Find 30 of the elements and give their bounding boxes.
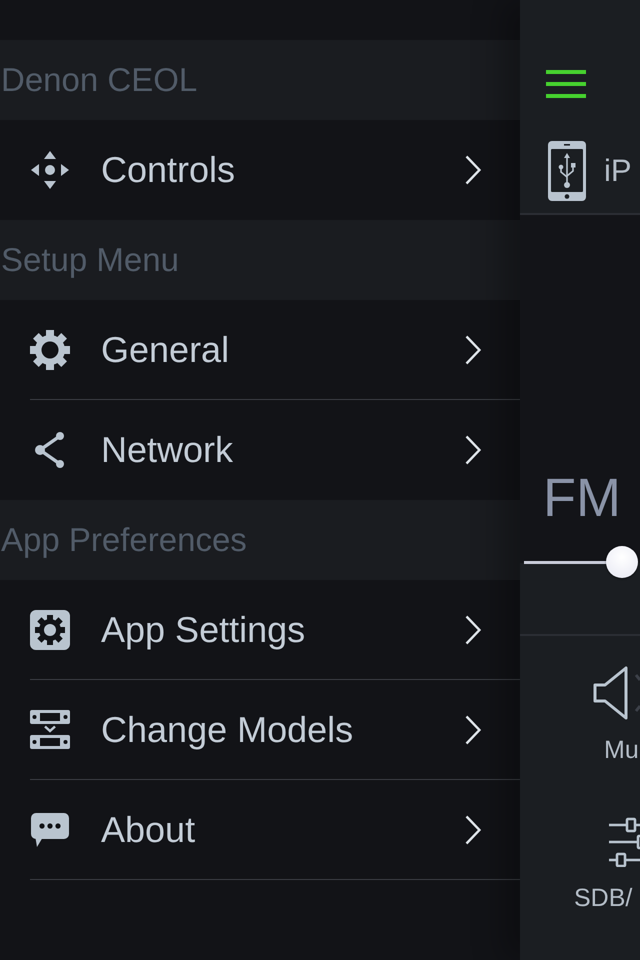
mute-button[interactable]: Mu — [593, 666, 640, 763]
chevron-right-icon — [465, 434, 481, 464]
menu-item[interactable]: About — [0, 780, 520, 880]
menu-item[interactable]: General — [0, 300, 520, 400]
chevron-right-icon — [465, 814, 481, 844]
menu-item[interactable]: Network — [0, 400, 520, 500]
source-button[interactable]: iP — [548, 141, 632, 201]
section-header: Denon CEOL — [0, 40, 520, 120]
menu-button[interactable] — [546, 70, 586, 98]
sound-settings-button[interactable]: SDB/ — [574, 817, 640, 911]
move-arrows-icon — [31, 150, 69, 188]
section-header: App Preferences — [0, 500, 520, 580]
settings-icon — [30, 330, 70, 370]
speaker-mute-icon — [593, 666, 640, 720]
menu-item[interactable]: Controls — [0, 120, 520, 220]
menu-item[interactable]: Change Models — [0, 680, 520, 780]
phone-usb-icon — [548, 141, 586, 201]
chevron-right-icon — [465, 154, 481, 184]
share-icon — [34, 430, 66, 470]
section-header: Setup Menu — [0, 220, 520, 300]
chevron-right-icon — [465, 334, 481, 364]
speech-bubble-icon — [31, 812, 69, 846]
menu-item[interactable]: App Settings — [0, 580, 520, 680]
band-label: FM — [543, 471, 621, 525]
chevron-right-icon — [465, 714, 481, 744]
chevron-right-icon — [465, 614, 481, 644]
change-models-icon — [30, 710, 70, 749]
app-settings-icon — [30, 610, 70, 650]
menu-icon — [546, 70, 586, 98]
slider-thumb[interactable] — [606, 546, 638, 578]
